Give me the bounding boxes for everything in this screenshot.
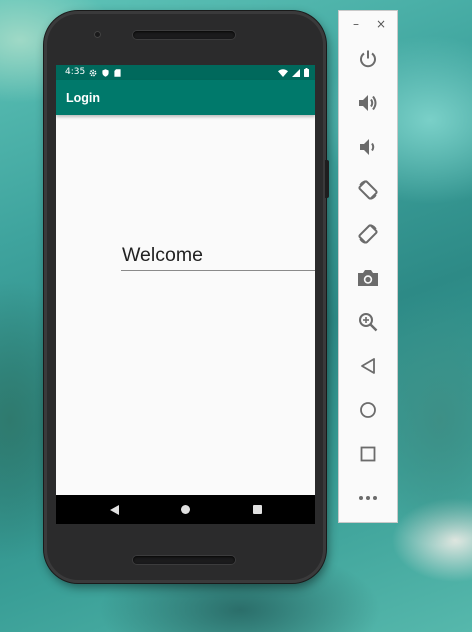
power-button[interactable] [353, 45, 383, 73]
rotate-right-icon [358, 224, 378, 244]
front-camera [94, 31, 101, 38]
settings-gear-icon [89, 69, 97, 76]
zoom-button[interactable] [353, 308, 383, 336]
login-content: Welcome [56, 115, 315, 495]
power-icon [360, 50, 376, 68]
app-bar: Login [56, 80, 315, 115]
page-title: Login [66, 91, 101, 105]
more-dots-icon [359, 496, 377, 500]
home-circle-icon [360, 402, 376, 418]
nav-home-button[interactable] [165, 495, 205, 524]
home-button[interactable] [353, 396, 383, 424]
overview-square-icon [360, 446, 376, 462]
volume-down-button[interactable] [353, 133, 383, 161]
back-button[interactable] [353, 352, 383, 380]
bottom-speaker-grille [133, 556, 235, 564]
rotate-right-button[interactable] [353, 220, 383, 248]
back-triangle-icon [361, 358, 375, 374]
back-triangle-icon [109, 504, 119, 515]
zoom-in-icon [359, 313, 378, 332]
home-circle-icon [180, 505, 190, 514]
nav-back-button[interactable] [94, 495, 134, 524]
status-time: 4:35 [65, 67, 86, 77]
phone-side-button [325, 160, 329, 198]
overview-button[interactable] [353, 440, 383, 468]
sd-card-icon [114, 68, 121, 77]
more-button[interactable] [353, 484, 383, 512]
welcome-text-field[interactable]: Welcome [121, 242, 315, 271]
volume-down-icon [360, 139, 375, 155]
recents-square-icon [252, 505, 262, 514]
close-button[interactable]: × [374, 17, 388, 31]
take-screenshot-button[interactable] [353, 264, 383, 292]
emulator-toolbar: – × [338, 10, 398, 523]
navigation-bar [56, 495, 315, 524]
rotate-left-button[interactable] [353, 176, 383, 204]
battery-icon [304, 68, 309, 77]
minimize-button[interactable]: – [349, 17, 363, 31]
status-system-icons [278, 65, 309, 80]
status-notification-icons [89, 65, 121, 80]
top-speaker-grille [133, 31, 235, 39]
volume-up-button[interactable] [353, 89, 383, 117]
device-screen: 4:35 Login Welcome [56, 65, 315, 524]
camera-icon [358, 270, 378, 286]
rotate-left-icon [358, 180, 378, 200]
status-bar: 4:35 [56, 65, 315, 80]
welcome-text: Welcome [122, 244, 203, 266]
nav-recents-button[interactable] [237, 495, 277, 524]
cellular-signal-icon [292, 68, 300, 77]
volume-up-icon [359, 95, 377, 111]
shield-icon [102, 68, 109, 77]
wifi-icon [278, 68, 288, 77]
